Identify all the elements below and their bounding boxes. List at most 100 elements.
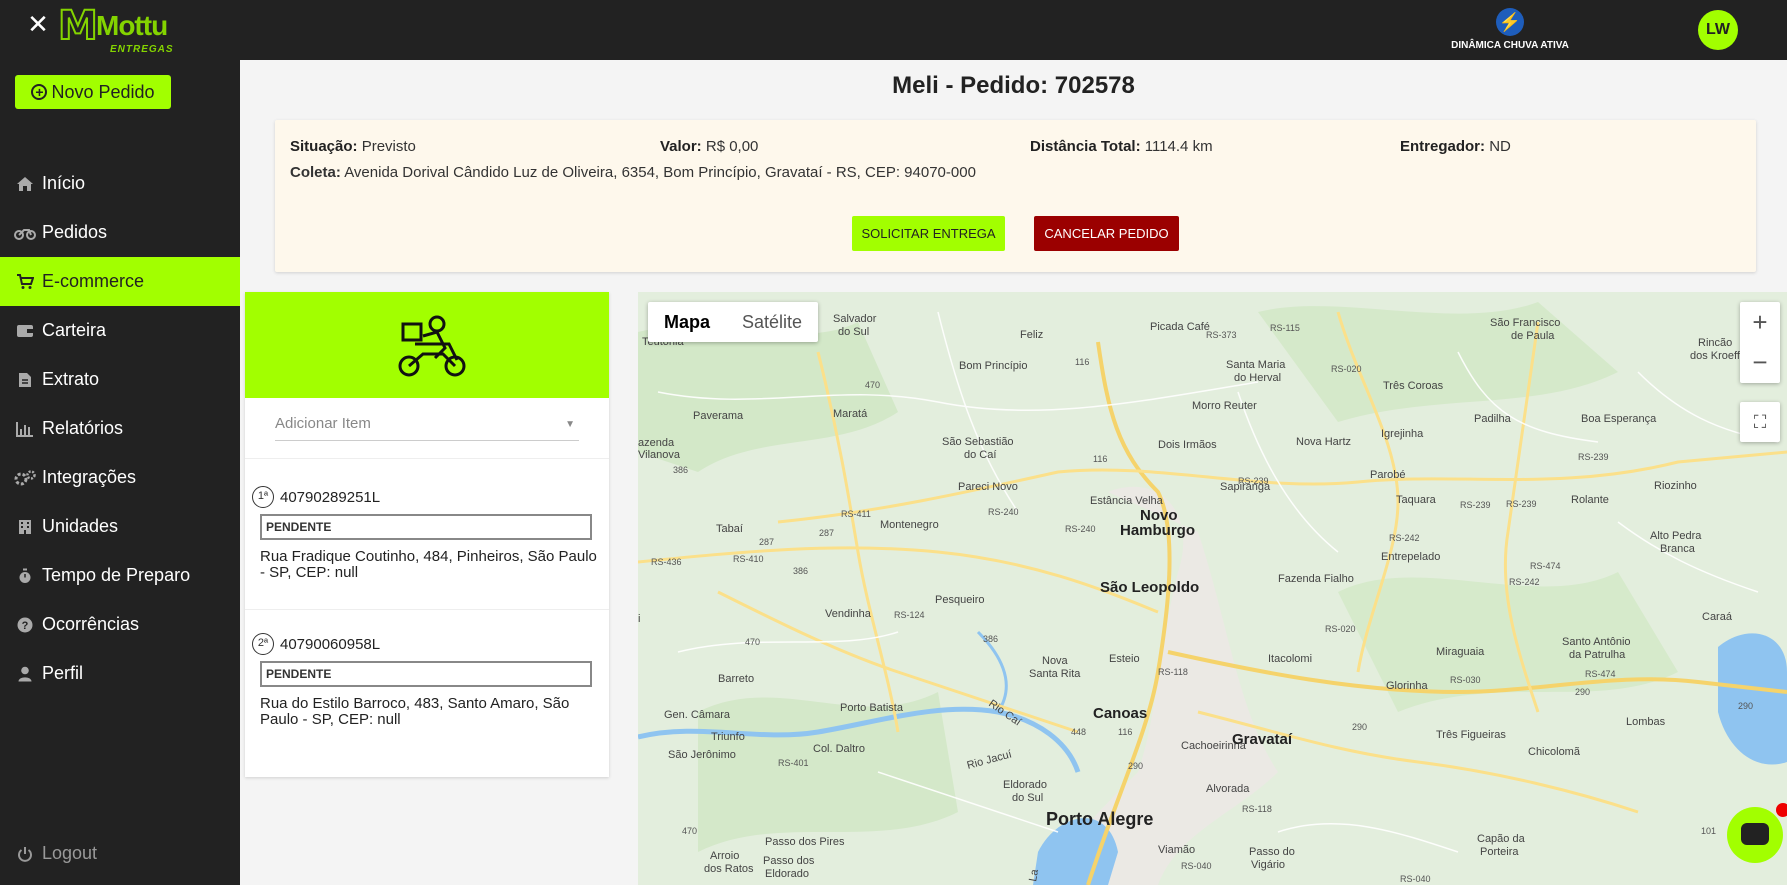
coleta-field: Coleta: Avenida Dorival Cândido Luz de O…	[290, 164, 976, 181]
sidebar-item-pedidos[interactable]: Pedidos	[0, 208, 240, 257]
map-place-label: Arroio	[710, 850, 739, 862]
road-shield: RS-118	[1158, 667, 1188, 677]
map-place-label: Eldorado	[765, 868, 809, 880]
road-shield: 290	[1738, 701, 1753, 711]
page-title: Meli - Pedido: 702578	[892, 72, 1135, 99]
map-place-label: Santa Rita	[1029, 668, 1081, 680]
road-shield: RS-474	[1530, 561, 1561, 571]
plus-circle-icon: +	[31, 84, 48, 100]
map-place-label: Gravataí	[1232, 731, 1293, 748]
road-shield: 290	[1352, 722, 1367, 732]
zoom-out-button[interactable]: −	[1740, 342, 1780, 382]
svg-text:?: ?	[22, 620, 29, 632]
route-map[interactable]: Teutônia Salvador do Sul Feliz Picada Ca…	[638, 292, 1787, 885]
add-item-select[interactable]: Adicionar Item ▼	[275, 415, 579, 441]
cancel-order-button[interactable]: CANCELAR PEDIDO	[1034, 216, 1179, 251]
road-shield: RS-240	[1065, 524, 1096, 534]
map-place-label: Esteio	[1109, 653, 1140, 665]
stopwatch-icon	[14, 567, 36, 585]
stop-code: 40790060958L	[280, 636, 381, 653]
divider	[245, 609, 609, 610]
rain-dynamic-label: DINÂMICA CHUVA ATIVA	[1451, 40, 1569, 51]
road-shield: 116	[1093, 454, 1107, 464]
sidebar-item-extrato[interactable]: Extrato	[0, 355, 240, 404]
map-place-label: São Leopoldo	[1100, 579, 1199, 596]
entregador-field: Entregador: ND	[1400, 138, 1511, 155]
map-place-label: Entrepelado	[1381, 551, 1440, 563]
valor-field: Valor: R$ 0,00	[660, 138, 758, 155]
map-place-label: Montenegro	[880, 519, 939, 531]
request-delivery-button[interactable]: SOLICITAR ENTREGA	[852, 216, 1005, 251]
map-type-map-button[interactable]: Mapa	[648, 302, 726, 342]
add-item-placeholder: Adicionar Item	[275, 415, 371, 432]
close-icon[interactable]: ✕	[26, 11, 50, 37]
logout-button[interactable]: Logout	[14, 843, 97, 864]
sidebar-item-relatorios[interactable]: Relatórios	[0, 404, 240, 453]
chevron-down-icon: ▼	[565, 419, 575, 430]
sidebar-item-tempo-preparo[interactable]: Tempo de Preparo	[0, 551, 240, 600]
map-place-label: Santa Maria	[1226, 359, 1286, 371]
sidebar-item-ecommerce[interactable]: E-commerce	[0, 257, 240, 306]
stop-address: Rua Fradique Coutinho, 484, Pinheiros, S…	[260, 548, 597, 581]
coleta-label: Coleta:	[290, 164, 341, 181]
map-type-satellite-button[interactable]: Satélite	[726, 302, 818, 342]
new-order-button[interactable]: + Novo Pedido	[15, 75, 171, 109]
road-shield: RS-115	[1270, 323, 1300, 333]
road-shield: RS-239	[1460, 500, 1491, 510]
sidebar-item-label: Unidades	[42, 516, 119, 536]
road-shield: RS-040	[1181, 861, 1212, 871]
sidebar-item-perfil[interactable]: Perfil	[0, 649, 240, 698]
map-place-label: Caraá	[1702, 611, 1733, 623]
map-place-label: Fazenda Fialho	[1278, 573, 1354, 585]
entregador-label: Entregador:	[1400, 138, 1486, 155]
map-place-label: Passo do	[1249, 846, 1295, 858]
map-place-label: dos Kroeff	[1690, 350, 1741, 362]
road-shield: 116	[1075, 357, 1089, 367]
stop-status-field: PENDENTE	[260, 514, 592, 540]
road-shield: RS-242	[1509, 577, 1540, 587]
sidebar-item-label: Extrato	[42, 369, 100, 389]
mottu-logo[interactable]: M Mottu ENTREGAS	[57, 3, 178, 56]
valor-value: R$ 0,00	[705, 138, 759, 155]
sidebar-item-carteira[interactable]: Carteira	[0, 306, 240, 355]
road-shield: 386	[793, 566, 808, 576]
fullscreen-button[interactable]: ⛶	[1740, 402, 1780, 442]
map-place-label: do Herval	[1234, 372, 1281, 384]
sidebar-item-inicio[interactable]: Início	[0, 159, 240, 208]
map-place-label: Glorinha	[1386, 680, 1428, 692]
map-place-label: Rincão	[1698, 337, 1732, 349]
sidebar-item-label: Integrações	[42, 467, 137, 487]
map-place-label: Igrejinha	[1381, 428, 1424, 440]
map-place-label: Vigário	[1251, 859, 1285, 871]
map-place-label: Triunfo	[711, 731, 745, 743]
map-place-label: Picada Café	[1150, 321, 1210, 333]
chat-widget-button[interactable]	[1727, 807, 1783, 863]
map-place-label: São Jerônimo	[668, 749, 736, 761]
logo-text: Mottu	[96, 10, 168, 41]
question-icon: ?	[14, 616, 36, 634]
map-place-label: Canoas	[1093, 705, 1147, 722]
map-place-label: Alvorada	[1206, 783, 1250, 795]
road-shield: RS-020	[1325, 624, 1356, 634]
rain-dynamic-indicator: ⚡ DINÂMICA CHUVA ATIVA	[1440, 8, 1580, 54]
road-shield: 290	[1575, 687, 1590, 697]
chat-icon	[1741, 823, 1769, 845]
sidebar-item-integracoes[interactable]: Integrações	[0, 453, 240, 502]
road-shield: RS-436	[651, 557, 682, 567]
sidebar-item-label: Ocorrências	[42, 614, 140, 634]
map-place-label: Branca	[1660, 543, 1696, 555]
user-avatar[interactable]: LW	[1698, 10, 1738, 50]
road-shield: RS-020	[1331, 364, 1362, 374]
fullscreen-icon: ⛶	[1753, 412, 1767, 432]
road-shield: RS-474	[1585, 669, 1616, 679]
map-place-label: Barreto	[718, 673, 754, 685]
distancia-label: Distância Total:	[1030, 138, 1141, 155]
sidebar-item-unidades[interactable]: Unidades	[0, 502, 240, 551]
zoom-in-button[interactable]: +	[1740, 302, 1780, 342]
home-icon	[14, 175, 36, 193]
distancia-field: Distância Total: 1114.4 km	[1030, 138, 1213, 155]
sidebar-item-label: Relatórios	[42, 418, 124, 438]
sidebar-item-ocorrencias[interactable]: ? Ocorrências	[0, 600, 240, 649]
map-place-label: Passo dos	[763, 855, 815, 867]
map-place-label: Gen. Câmara	[664, 709, 731, 721]
